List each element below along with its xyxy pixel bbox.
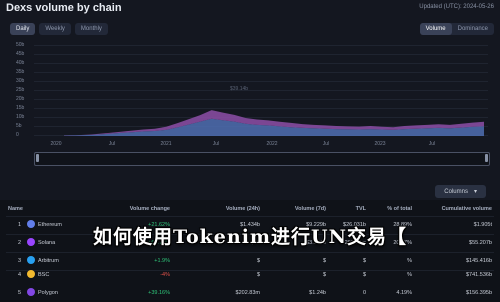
y-tick: 45b [16,51,25,57]
pct-total: % [407,258,412,264]
y-tick: 10b [16,114,25,120]
toggle-dominance[interactable]: Dominance [452,23,494,35]
chain-name[interactable]: BSC [38,272,49,278]
col-volume-24h[interactable]: Volume (24h) [226,206,260,212]
columns-button-label: Columns [444,189,468,195]
volume-area-chart [64,110,484,136]
volume-7d: $1.24b [309,290,326,296]
y-tick: 15b [16,105,25,111]
y-tick: 5b [16,123,22,129]
chain-name[interactable]: Polygon [38,290,58,296]
y-tick: 20b [16,96,25,102]
x-tick: 2021 [160,141,172,147]
x-tick: 2020 [50,141,62,147]
x-tick: Jul [212,141,220,147]
y-tick: 0 [16,132,19,138]
tvl: $ [362,258,366,264]
col-volume-7d[interactable]: Volume (7d) [295,206,326,212]
col-tvl[interactable]: TVL [356,206,366,212]
y-tick: 40b [16,60,25,66]
volume-24h: $ [256,272,260,278]
volume-24h: $ [256,258,260,264]
tvl: 0 [362,290,366,296]
row-rank: 5 [18,290,22,296]
metric-toggle: Volume Dominance [419,23,494,35]
range-slider[interactable] [34,152,490,166]
chart-title: Dexs volume by chain [6,2,122,14]
polygon-icon [27,288,35,296]
x-tick: 2023 [374,141,386,147]
toggle-volume[interactable]: Volume [419,23,452,35]
col-cumulative[interactable]: Cumulative volume [442,206,492,212]
x-tick: Jul [322,141,330,147]
x-tick: Jul [108,141,116,147]
volume-change: +39.16% [148,290,170,296]
tab-weekly[interactable]: Weekly [39,23,71,35]
cumulative-volume: $145.416b [466,258,492,264]
volume-change: +1.9% [154,258,170,264]
col-name[interactable]: Name [8,206,23,212]
arbitrum-icon [27,256,35,264]
columns-button[interactable]: Columns ▾ [435,185,486,198]
tab-monthly[interactable]: Monthly [74,23,108,35]
tvl: $ [362,272,366,278]
row-rank: 3 [18,258,22,264]
cumulative-volume: $156.395b [466,290,492,296]
cumulative-volume: $741.536b [466,272,492,278]
pct-total: 4.19% [396,290,412,296]
chevron-down-icon: ▾ [473,189,477,195]
col-volume-change[interactable]: Volume change [130,206,170,212]
y-tick: 50b [16,42,25,48]
y-tick: 25b [16,87,25,93]
pct-total: % [407,272,412,278]
x-tick: 2022 [266,141,278,147]
y-tick: 35b [16,69,25,75]
table-row[interactable]: 4 BSC -4% $ $ $ % $741.536b [0,266,500,284]
range-slider-right-handle[interactable] [485,154,488,162]
chain-name[interactable]: Arbitrum [38,258,59,264]
volume-7d: $ [322,258,326,264]
col-pct-total[interactable]: % of total [387,206,412,212]
overlay-caption: 如何使用Tokenim进行UN交易【 [93,226,407,248]
period-tabs: Daily Weekly Monthly [10,23,108,35]
table-row[interactable]: 5 Polygon +39.16% $202.83m $1.24b 0 4.19… [0,284,500,302]
updated-timestamp: Updated (UTC): 2024-05-26 [419,4,494,10]
range-slider-left-handle[interactable] [36,154,39,162]
volume-7d: $ [322,272,326,278]
chart-annotation: $39.14b [230,86,249,92]
y-tick: 30b [16,78,25,84]
row-rank: 4 [18,272,22,278]
x-tick: Jul [428,141,436,147]
volume-change: -4% [160,272,170,278]
volume-24h: $202.83m [235,290,260,296]
tab-daily[interactable]: Daily [10,23,36,35]
bsc-icon [27,270,35,278]
